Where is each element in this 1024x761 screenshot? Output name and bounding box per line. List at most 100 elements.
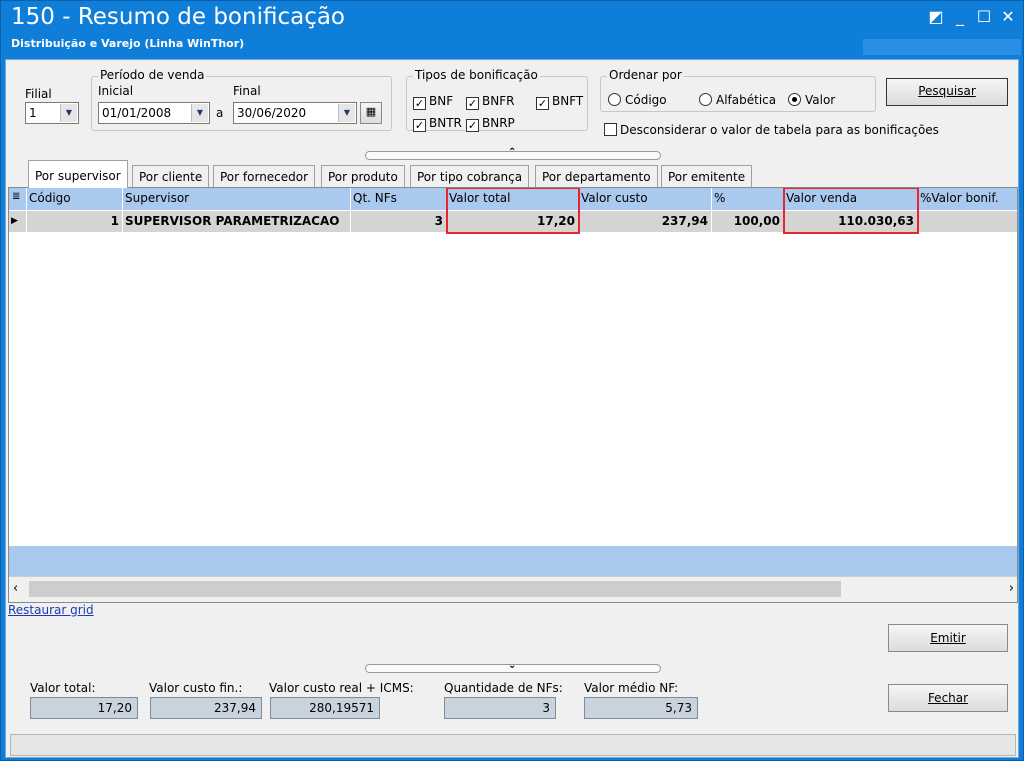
date-separator: a: [216, 106, 224, 120]
checkmark-icon: ✓: [536, 97, 549, 110]
radio-icon: [608, 93, 621, 106]
cell-supervisor[interactable]: SUPERVISOR PARAMETRIZACAO: [123, 211, 351, 232]
checkbox-bnfr[interactable]: ✓ BNFR: [466, 94, 514, 110]
cell-valor-bonif[interactable]: [918, 211, 1017, 232]
filial-value: 1: [29, 106, 37, 120]
radio-label: Alfabética: [716, 93, 777, 107]
app-window: 150 - Resumo de bonificação Distribuição…: [0, 0, 1024, 761]
tab-por-supervisor[interactable]: Por supervisor: [28, 160, 128, 188]
radio-label: Valor: [805, 93, 836, 107]
cell-valor-custo[interactable]: 237,94: [579, 211, 712, 232]
inicial-date-field[interactable]: 01/01/2008 ▼: [98, 102, 210, 124]
title-bar[interactable]: 150 - Resumo de bonificação Distribuição…: [1, 1, 1023, 59]
valor-total-field: 17,20: [30, 697, 138, 719]
window-title: 150 - Resumo de bonificação: [11, 4, 346, 30]
fechar-label: Fechar: [927, 691, 969, 705]
column-chooser-icon[interactable]: ≣: [9, 188, 27, 210]
restaurar-grid-link[interactable]: Restaurar grid: [8, 603, 94, 617]
checkbox-label: BNFT: [552, 94, 584, 108]
data-grid[interactable]: ≣ Código Supervisor Qt. NFs Valor total …: [8, 187, 1018, 603]
emitir-label: Emitir: [930, 631, 966, 645]
valor-custo-real-field: 280,19571: [270, 697, 380, 719]
maximize-icon[interactable]: ☐: [973, 7, 995, 27]
checkbox-bnf[interactable]: ✓ BNF: [413, 94, 453, 110]
fechar-button[interactable]: Fechar: [888, 684, 1008, 712]
valor-custo-fin-field: 237,94: [150, 697, 262, 719]
chevron-down-icon[interactable]: ▼: [191, 104, 208, 122]
checkmark-icon: ✓: [466, 97, 479, 110]
radio-selected-icon: [788, 93, 801, 106]
chevron-down-icon[interactable]: ▼: [60, 104, 77, 122]
grid-footer-band: [9, 546, 1017, 576]
checkbox-bntr[interactable]: ✓ BNTR: [413, 116, 462, 132]
chevron-down-icon[interactable]: ▼: [338, 104, 355, 122]
tab-por-cliente[interactable]: Por cliente: [132, 165, 210, 187]
collapse-filters-handle[interactable]: ⌃: [365, 147, 661, 160]
window-subtitle: Distribuição e Varejo (Linha WinThor): [11, 37, 245, 50]
pesquisar-button[interactable]: Pesquisar: [886, 78, 1008, 106]
checkbox-label: Desconsiderar o valor de tabela para as …: [620, 123, 939, 137]
status-bar: [10, 734, 1016, 756]
checkbox-bnft[interactable]: ✓ BNFT: [536, 94, 583, 110]
restore-icon[interactable]: ◩: [925, 7, 947, 27]
checkmark-icon: ✓: [413, 119, 426, 132]
calendar-icon[interactable]: ▦: [360, 102, 382, 124]
column-header-codigo[interactable]: Código: [27, 188, 123, 210]
cell-qt-nfs[interactable]: 3: [351, 211, 447, 232]
quantidade-nfs-label: Quantidade de NFs:: [444, 681, 563, 695]
valor-custo-fin-label: Valor custo fin.:: [149, 681, 243, 695]
valor-total-label: Valor total:: [30, 681, 96, 695]
pesquisar-label: Pesquisar: [918, 84, 976, 98]
radio-alfabetica[interactable]: Alfabética: [699, 93, 776, 107]
column-header-valor-custo[interactable]: Valor custo: [579, 188, 712, 210]
horizontal-scrollbar[interactable]: ‹ ›: [9, 576, 1017, 602]
checkbox-label: BNFR: [482, 94, 515, 108]
valor-custo-real-label: Valor custo real + ICMS:: [269, 681, 414, 695]
row-indicator-icon: ▶: [9, 211, 27, 232]
client-area: Filial 1 ▼ Período de venda Inicial 01/0…: [5, 59, 1019, 758]
radio-label: Código: [625, 93, 667, 107]
tab-por-fornecedor[interactable]: Por fornecedor: [213, 165, 316, 187]
tab-por-departamento[interactable]: Por departamento: [535, 165, 658, 187]
emitir-button[interactable]: Emitir: [888, 624, 1008, 652]
chevron-down-icon: ⌄: [508, 660, 517, 671]
tab-por-produto[interactable]: Por produto: [321, 165, 405, 187]
checkbox-bnrp[interactable]: ✓ BNRP: [466, 116, 515, 132]
checkbox-label: BNTR: [429, 116, 462, 130]
scrollbar-thumb[interactable]: [29, 581, 841, 597]
checkmark-icon: ✓: [413, 97, 426, 110]
highlight-valor-venda: [783, 188, 919, 234]
tipos-label: Tipos de bonificação: [413, 68, 540, 82]
title-accent: [863, 39, 1021, 55]
filial-select[interactable]: 1 ▼: [25, 102, 79, 124]
minimize-icon[interactable]: _: [949, 7, 971, 27]
inicial-label: Inicial: [98, 84, 134, 98]
column-header-percent[interactable]: %: [712, 188, 784, 210]
radio-valor[interactable]: Valor: [788, 93, 835, 107]
final-date-field[interactable]: 30/06/2020 ▼: [233, 102, 357, 124]
collapse-totals-handle[interactable]: ⌄: [365, 660, 661, 673]
checkmark-icon: ✓: [466, 119, 479, 132]
tab-por-tipo-cobranca[interactable]: Por tipo cobrança: [410, 165, 530, 187]
scroll-left-icon[interactable]: ‹: [13, 581, 18, 596]
cell-codigo[interactable]: 1: [27, 211, 123, 232]
quantidade-nfs-field: 3: [444, 697, 556, 719]
column-header-supervisor[interactable]: Supervisor: [123, 188, 351, 210]
scroll-right-icon[interactable]: ›: [1009, 581, 1014, 596]
cell-percent[interactable]: 100,00: [712, 211, 784, 232]
highlight-valor-total: [446, 188, 580, 234]
column-header-valor-bonif[interactable]: %Valor bonif.: [918, 188, 1017, 210]
column-header-qt-nfs[interactable]: Qt. NFs: [351, 188, 447, 210]
final-value: 30/06/2020: [237, 106, 307, 120]
inicial-value: 01/01/2008: [102, 106, 172, 120]
filial-label: Filial: [25, 87, 52, 101]
desconsiderar-checkbox[interactable]: Desconsiderar o valor de tabela para as …: [604, 123, 939, 137]
checkbox-label: BNF: [429, 94, 454, 108]
close-icon[interactable]: ✕: [997, 7, 1019, 27]
valor-medio-field: 5,73: [584, 697, 698, 719]
radio-codigo[interactable]: Código: [608, 93, 667, 107]
periodo-label: Período de venda: [98, 68, 207, 82]
tab-por-emitente[interactable]: Por emitente: [661, 165, 753, 187]
final-label: Final: [233, 84, 261, 98]
checkbox-label: BNRP: [482, 116, 515, 130]
